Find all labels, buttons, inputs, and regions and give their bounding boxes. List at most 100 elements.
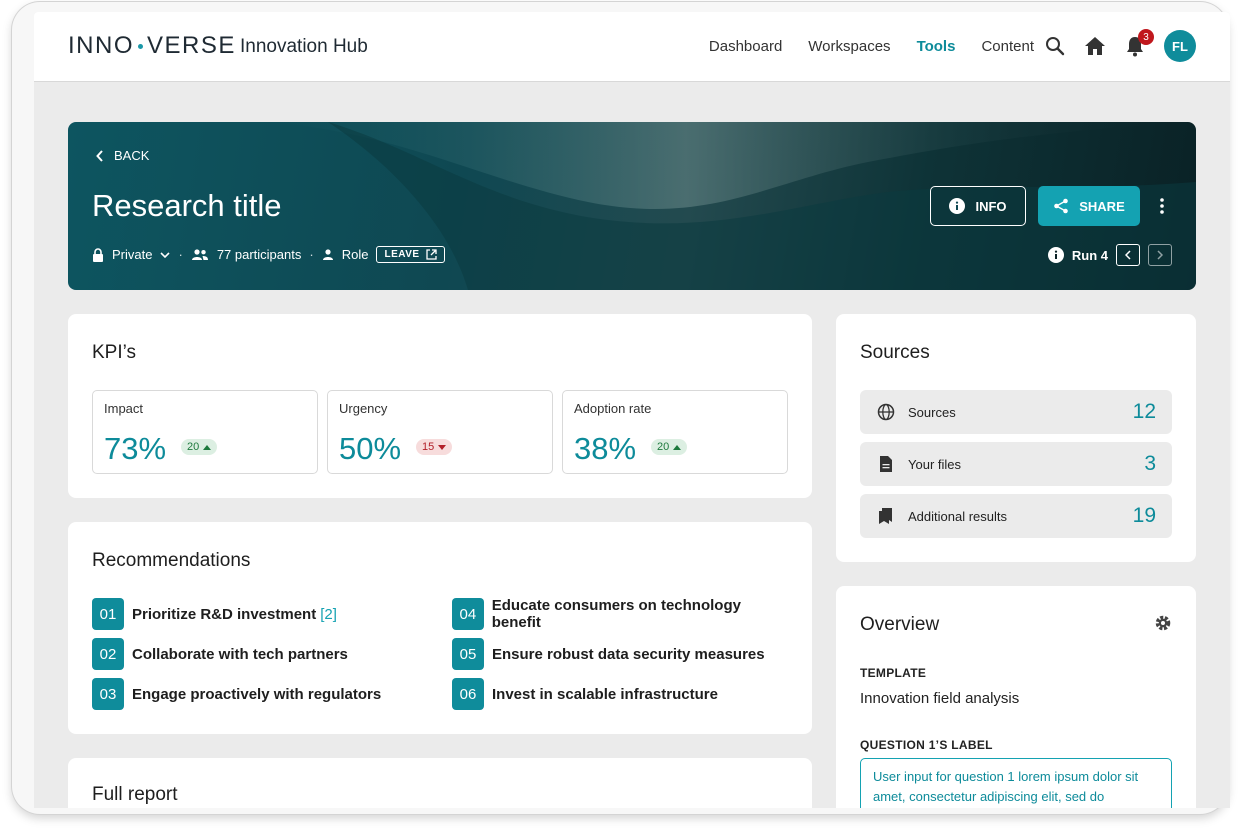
role-label: Role bbox=[341, 247, 369, 262]
kpi-change-value: 15 bbox=[422, 441, 435, 453]
recommendation-item[interactable]: 03 Engage proactively with regulators bbox=[92, 678, 452, 710]
page-title: Research title bbox=[92, 188, 282, 223]
notification-bell-icon[interactable]: 3 bbox=[1124, 29, 1154, 57]
meta-separator: · bbox=[178, 247, 183, 262]
kpi-change-badge: 20 bbox=[651, 439, 688, 455]
recommendation-item[interactable]: 06 Invest in scalable infrastructure bbox=[452, 678, 792, 710]
recommendation-number: 03 bbox=[92, 678, 124, 710]
meta-separator: · bbox=[309, 247, 314, 262]
full-report-card: Full report bbox=[68, 758, 812, 808]
triangle-down-icon bbox=[438, 444, 447, 450]
research-meta: Private · 77 participants · Role LEAVE bbox=[92, 246, 445, 263]
kpi-impact: Impact 73% 20 bbox=[92, 390, 318, 474]
kpi-change-badge: 20 bbox=[181, 439, 218, 455]
recommendations-list: 01 Prioritize R&D investment [2] 04 Educa… bbox=[92, 597, 792, 710]
citation-link[interactable]: [2] bbox=[320, 606, 337, 623]
leave-label: LEAVE bbox=[384, 249, 420, 260]
info-icon bbox=[949, 198, 966, 214]
share-button[interactable]: SHARE bbox=[1038, 186, 1140, 226]
home-icon[interactable] bbox=[1084, 35, 1106, 57]
external-link-icon bbox=[425, 249, 437, 260]
nav-item-tools[interactable]: Tools bbox=[917, 38, 956, 55]
next-run-button[interactable] bbox=[1148, 244, 1172, 266]
kpi-urgency: Urgency 50% 15 bbox=[327, 390, 553, 474]
lock-icon bbox=[93, 247, 103, 262]
participants-icon bbox=[191, 248, 208, 260]
chevron-down-icon[interactable] bbox=[160, 251, 171, 258]
full-report-heading: Full report bbox=[92, 784, 178, 805]
source-count: 19 bbox=[1132, 504, 1156, 527]
nav-item-content[interactable]: Content bbox=[981, 38, 1034, 55]
back-button[interactable]: BACK bbox=[96, 148, 149, 163]
chevron-left-icon bbox=[96, 149, 103, 162]
recommendation-number: 01 bbox=[92, 598, 124, 630]
kpi-change-value: 20 bbox=[187, 441, 200, 453]
kpi-list: Impact 73% 20 Urgency 50% 15 Adoption ra… bbox=[92, 390, 788, 474]
recommendation-label: Ensure robust data security measures bbox=[492, 645, 765, 663]
research-header-banner: BACK Research title Private · 77 partici… bbox=[68, 122, 1196, 290]
recommendation-item[interactable]: 01 Prioritize R&D investment [2] bbox=[92, 598, 452, 630]
leave-button[interactable]: LEAVE bbox=[376, 246, 445, 263]
search-icon[interactable] bbox=[1044, 35, 1066, 57]
nav-icon-group: 3 FL bbox=[1044, 29, 1196, 62]
overview-heading: Overview bbox=[860, 614, 940, 635]
sources-card: Sources Sources 12 Your files 3 Addition… bbox=[836, 314, 1196, 562]
sources-heading: Sources bbox=[860, 342, 930, 363]
recommendation-number: 04 bbox=[452, 598, 484, 630]
recommendation-label: Engage proactively with regulators bbox=[132, 685, 382, 703]
kpi-value: 73% bbox=[104, 431, 167, 466]
recommendation-label: Invest in scalable infrastructure bbox=[492, 685, 718, 703]
triangle-up-icon bbox=[673, 444, 682, 450]
recommendations-card: Recommendations 01 Prioritize R&D invest… bbox=[68, 522, 812, 734]
share-icon bbox=[1054, 198, 1069, 214]
source-row-additional-results[interactable]: Additional results 19 bbox=[860, 494, 1172, 538]
nav-item-workspaces[interactable]: Workspaces bbox=[808, 38, 890, 55]
kpi-value: 38% bbox=[574, 431, 637, 466]
recommendation-number: 05 bbox=[452, 638, 484, 670]
logo-right: VERSE bbox=[147, 32, 236, 59]
run-info-icon[interactable] bbox=[1047, 247, 1064, 263]
source-label: Sources bbox=[908, 404, 956, 420]
kpi-card: KPI’s Impact 73% 20 Urgency 50% 15 Adopt… bbox=[68, 314, 812, 498]
info-label: INFO bbox=[975, 198, 1007, 214]
kpi-change-value: 20 bbox=[657, 441, 670, 453]
question-input[interactable]: User input for question 1 lorem ipsum do… bbox=[860, 758, 1172, 808]
globe-icon bbox=[876, 402, 896, 422]
source-label: Additional results bbox=[908, 508, 1007, 524]
recommendation-label: Prioritize R&D investment bbox=[132, 605, 317, 623]
run-label: Run 4 bbox=[1071, 247, 1108, 263]
recommendation-text: Prioritize R&D investment [2] bbox=[132, 606, 337, 623]
info-button[interactable]: INFO bbox=[930, 186, 1026, 226]
template-label: TEMPLATE bbox=[860, 666, 927, 680]
source-row-your-files[interactable]: Your files 3 bbox=[860, 442, 1172, 486]
previous-run-button[interactable] bbox=[1116, 244, 1140, 266]
nav-item-dashboard[interactable]: Dashboard bbox=[709, 38, 782, 55]
back-label: BACK bbox=[114, 148, 150, 163]
recommendation-item[interactable]: 02 Collaborate with tech partners bbox=[92, 638, 452, 670]
main-nav: Dashboard Workspaces Tools Content bbox=[709, 38, 1034, 55]
source-label: Your files bbox=[908, 456, 961, 472]
overview-card: Overview TEMPLATE Innovation field analy… bbox=[836, 586, 1196, 808]
source-row-sources[interactable]: Sources 12 bbox=[860, 390, 1172, 434]
more-options-icon[interactable] bbox=[1152, 186, 1172, 226]
kpi-label: Urgency bbox=[339, 401, 388, 416]
bookmarks-icon bbox=[876, 506, 896, 526]
logo[interactable]: INNO VERSE bbox=[68, 32, 236, 60]
recommendation-item[interactable]: 05 Ensure robust data security measures bbox=[452, 638, 792, 670]
source-count: 3 bbox=[1144, 452, 1156, 475]
recommendation-number: 02 bbox=[92, 638, 124, 670]
logo-dot bbox=[138, 44, 143, 50]
header-actions: INFO SHARE bbox=[930, 186, 1172, 226]
app-title: Innovation Hub bbox=[240, 36, 368, 57]
user-avatar[interactable]: FL bbox=[1164, 30, 1196, 62]
recommendation-item[interactable]: 04 Educate consumers on technology benef… bbox=[452, 597, 792, 631]
recommendation-label: Educate consumers on technology benefit bbox=[491, 597, 741, 631]
privacy-dropdown[interactable]: Private bbox=[112, 247, 152, 262]
question-label: QUESTION 1’S LABEL bbox=[860, 738, 993, 752]
gear-icon[interactable] bbox=[1154, 614, 1172, 637]
kpi-change-badge: 15 bbox=[416, 439, 453, 455]
triangle-up-icon bbox=[203, 444, 212, 450]
recommendation-number: 06 bbox=[452, 678, 484, 710]
chevron-right-icon bbox=[1157, 250, 1163, 260]
source-count: 12 bbox=[1132, 400, 1156, 423]
